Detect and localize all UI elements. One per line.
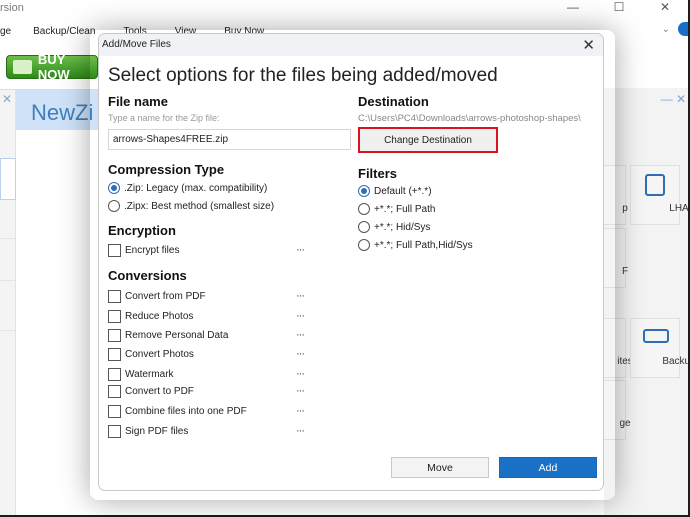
- buy-now-label: BUY NOW: [37, 52, 70, 82]
- checkbox[interactable]: [108, 348, 121, 361]
- radio-filter-full-path[interactable]: +*.*; Full Path: [358, 203, 435, 215]
- lha-archive-icon: [645, 174, 665, 196]
- radio-filter-default[interactable]: Default (+*.*): [358, 185, 432, 197]
- encrypt-options-button[interactable]: ···: [296, 244, 305, 256]
- destination-heading: Destination: [358, 94, 429, 109]
- convert-photos-options-button[interactable]: ···: [296, 348, 305, 360]
- radio-selected[interactable]: [358, 185, 370, 197]
- dialog-title: Add/Move Files: [102, 39, 171, 50]
- sign-pdf-options-button[interactable]: ···: [296, 425, 305, 437]
- reduce-photos-options-button[interactable]: ···: [296, 310, 305, 322]
- backup-drive-icon: [643, 329, 669, 343]
- convert-to-pdf-options-button[interactable]: ···: [296, 385, 305, 397]
- checkbox-watermark[interactable]: Watermark: [108, 368, 313, 381]
- cart-icon: [13, 60, 32, 74]
- dialog-heading: Select options for the files being added…: [108, 65, 498, 86]
- divider: [0, 238, 16, 239]
- file-name-input[interactable]: [108, 129, 351, 150]
- divider: [0, 330, 16, 331]
- checkbox-convert-photos[interactable]: Convert Photos: [108, 348, 313, 361]
- checkbox-encrypt-files[interactable]: Encrypt files: [108, 244, 313, 257]
- radio-unselected[interactable]: [358, 221, 370, 233]
- conversions-heading: Conversions: [108, 268, 187, 283]
- compression-type-heading: Compression Type: [108, 162, 225, 177]
- remove-personal-data-options-button[interactable]: ···: [296, 329, 305, 341]
- checkbox[interactable]: [108, 405, 121, 418]
- left-pane-selected-item[interactable]: [0, 158, 16, 200]
- radio-zipx-best[interactable]: .Zipx: Best method (smallest size): [108, 200, 274, 212]
- destination-path: C:\Users\PC4\Downloads\arrows-photoshop-…: [358, 113, 581, 124]
- chevron-down-icon[interactable]: ⌄: [662, 24, 670, 35]
- menu-right-controls: ⌄: [662, 22, 688, 36]
- checkbox-convert-from-pdf[interactable]: Convert from PDF: [108, 290, 313, 303]
- radio-selected[interactable]: [108, 182, 120, 194]
- checkbox[interactable]: [108, 425, 121, 438]
- radio-unselected[interactable]: [108, 200, 120, 212]
- watermark-options-button[interactable]: ···: [296, 368, 305, 380]
- add-move-files-dialog: Add/Move Files ✕ Select options for the …: [98, 33, 604, 491]
- checkbox[interactable]: [108, 329, 121, 342]
- left-pane: ✕: [0, 90, 16, 515]
- pane-controls-icon[interactable]: — ✕: [661, 92, 686, 106]
- change-destination-button[interactable]: Change Destination: [358, 127, 498, 153]
- checkbox-combine-files-into-one-pdf[interactable]: Combine files into one PDF: [108, 405, 313, 418]
- radio-zip-legacy[interactable]: .Zip: Legacy (max. compatibility): [108, 182, 267, 194]
- move-button[interactable]: Move: [391, 457, 489, 478]
- checkbox[interactable]: [108, 368, 121, 381]
- combine-pdf-options-button[interactable]: ···: [296, 405, 305, 417]
- file-name-heading: File name: [108, 94, 168, 109]
- app-title: rsion: [0, 2, 24, 14]
- radio-filter-hid-sys[interactable]: +*.*; Hid/Sys: [358, 221, 430, 233]
- file-name-hint: Type a name for the Zip file:: [108, 113, 220, 123]
- menu-item-backup-clean[interactable]: Backup/Clean: [33, 22, 95, 42]
- close-window-button[interactable]: ✕: [642, 0, 688, 18]
- checkbox[interactable]: [108, 290, 121, 303]
- checkbox-convert-to-pdf[interactable]: Convert to PDF: [108, 385, 313, 398]
- maximize-button[interactable]: ☐: [596, 0, 642, 18]
- encryption-heading: Encryption: [108, 223, 176, 238]
- radio-filter-full-path-hid-sys[interactable]: +*.*; Full Path,Hid/Sys: [358, 239, 473, 251]
- right-pane: — ✕: [604, 88, 688, 515]
- checkbox-remove-personal-data[interactable]: Remove Personal Data: [108, 329, 313, 342]
- dialog-titlebar: Add/Move Files ✕: [99, 34, 603, 56]
- checkbox-sign-pdf-files[interactable]: Sign PDF files: [108, 425, 313, 438]
- menu-item-manage[interactable]: ge: [0, 22, 11, 42]
- checkbox-reduce-photos[interactable]: Reduce Photos: [108, 310, 313, 323]
- close-pane-icon[interactable]: ✕: [2, 92, 12, 106]
- buy-now-button[interactable]: BUY NOW: [6, 52, 98, 82]
- add-button[interactable]: Add: [499, 457, 597, 478]
- checkbox[interactable]: [108, 244, 121, 257]
- tile-lha[interactable]: LHA: [630, 165, 688, 225]
- radio-unselected[interactable]: [358, 239, 370, 251]
- convert-from-pdf-options-button[interactable]: ···: [296, 290, 305, 302]
- minimize-button[interactable]: —: [550, 0, 596, 18]
- filters-heading: Filters: [358, 166, 398, 181]
- tile-backup[interactable]: Backup: [630, 318, 688, 378]
- close-icon[interactable]: ✕: [582, 36, 595, 54]
- account-icon[interactable]: [678, 22, 688, 36]
- window-controls: — ☐ ✕: [550, 0, 688, 18]
- divider: [0, 280, 16, 281]
- checkbox[interactable]: [108, 385, 121, 398]
- radio-unselected[interactable]: [358, 203, 370, 215]
- checkbox[interactable]: [108, 310, 121, 323]
